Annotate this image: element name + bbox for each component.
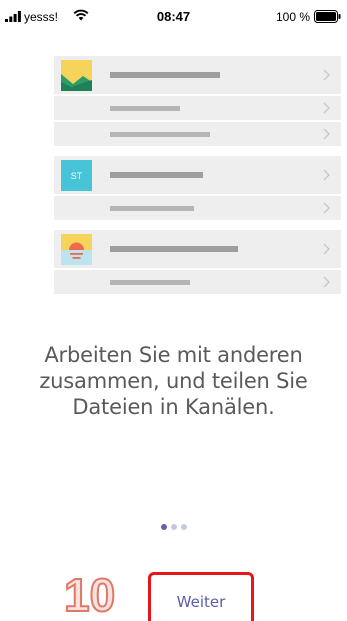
- chevron-right-icon: [323, 128, 330, 140]
- status-bar: yesss! 08:47 100 %: [0, 0, 347, 34]
- page-dot[interactable]: [170, 524, 177, 530]
- illustration-row: [54, 270, 341, 296]
- landscape-image-icon: [61, 60, 92, 91]
- placeholder-bar: [110, 131, 210, 137]
- team-initials-icon: ST: [61, 160, 92, 191]
- placeholder-bar: [110, 205, 194, 211]
- next-button[interactable]: Weiter: [151, 593, 251, 611]
- illustration-row: [54, 196, 341, 222]
- channel-list-illustration: ST: [54, 56, 341, 296]
- illustration-row: [54, 96, 341, 122]
- placeholder-bar: [110, 279, 190, 285]
- placeholder-bar: [110, 172, 203, 178]
- placeholder-bar: [110, 72, 220, 78]
- illustration-row: [54, 230, 341, 270]
- battery-percentage: 100 %: [275, 10, 310, 24]
- page-dot[interactable]: [160, 524, 167, 530]
- sunset-image-icon: [61, 234, 92, 265]
- chevron-right-icon: [323, 69, 330, 81]
- chevron-right-icon: [323, 276, 330, 288]
- chevron-right-icon: [323, 243, 330, 255]
- chevron-right-icon: [323, 202, 330, 214]
- onboarding-message: Arbeiten Sie mit anderen zusammen, und t…: [39, 343, 308, 419]
- placeholder-bar: [110, 105, 180, 111]
- placeholder-bar: [110, 246, 238, 252]
- page-indicator: [0, 517, 347, 530]
- chevron-right-icon: [323, 102, 330, 114]
- page-dot[interactable]: [180, 524, 187, 530]
- chevron-right-icon: [323, 169, 330, 181]
- illustration-row: [54, 56, 341, 96]
- highlight-box: Weiter: [148, 572, 254, 621]
- illustration-row: [54, 122, 341, 148]
- onboarding-screen: yesss! 08:47 100 % ST Arbeiten Sie mit a…: [0, 0, 347, 621]
- illustration-row: ST: [54, 156, 341, 196]
- battery-icon: [314, 10, 341, 23]
- step-annotation: 10: [63, 568, 116, 621]
